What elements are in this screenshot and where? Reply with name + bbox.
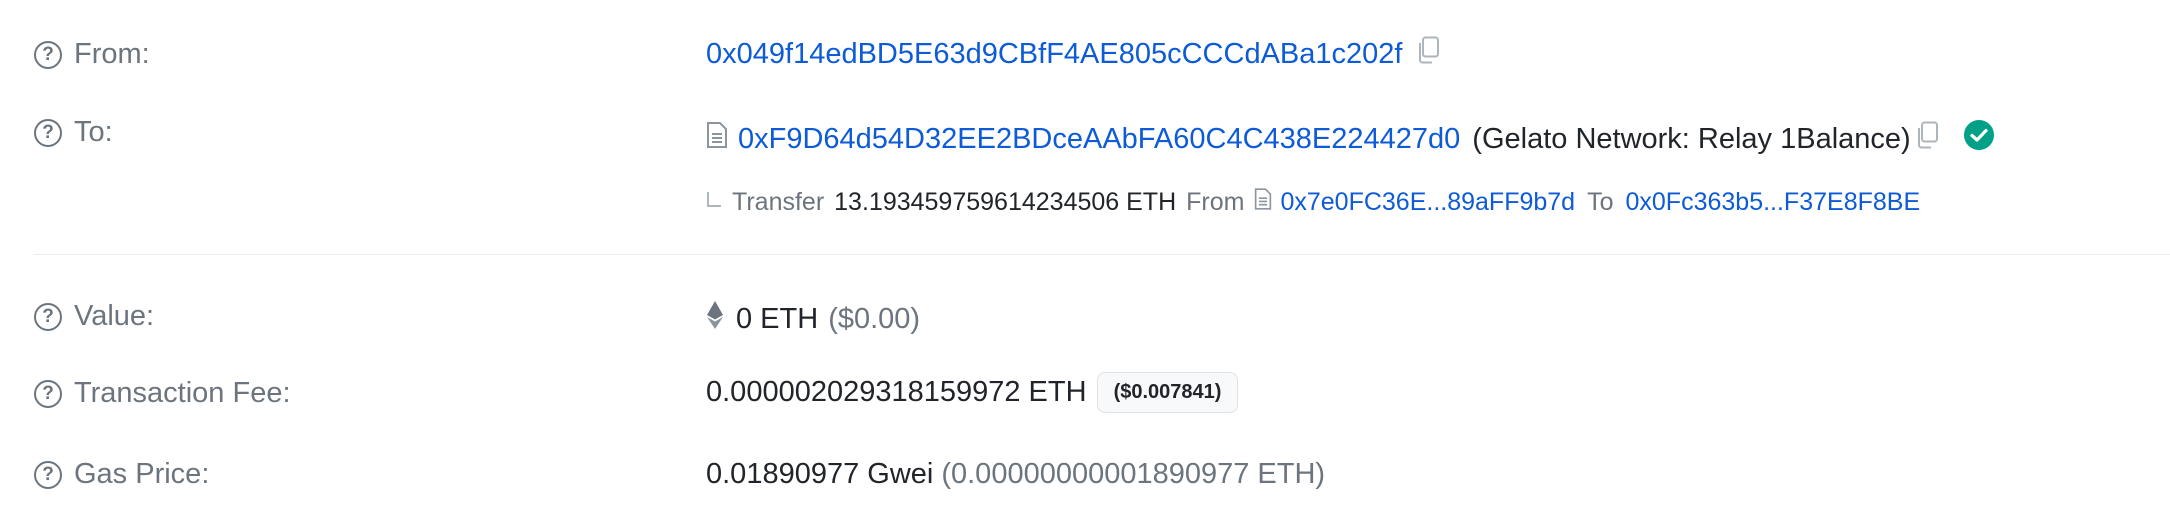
value-amount: 0 ETH	[736, 302, 819, 335]
value-label: Value:	[74, 300, 155, 332]
document-icon	[706, 121, 728, 157]
transfer-to-label: To	[1587, 188, 1614, 216]
copy-icon[interactable]	[1416, 36, 1440, 72]
from-label: From:	[74, 38, 150, 70]
fee-amount: 0.000002029318159972 ETH	[706, 376, 1087, 408]
internal-transfer-line: Transfer 13.193459759614234506 ETH From …	[706, 187, 1920, 218]
ethereum-icon	[706, 300, 724, 338]
question-circle-icon[interactable]: ?	[34, 302, 62, 331]
to-label: To:	[74, 116, 113, 148]
to-contract-name: (Gelato Network: Relay 1Balance)	[1472, 122, 1911, 155]
fee-label-group: ? Transaction Fee:	[34, 377, 291, 410]
corner-arrow-icon	[706, 188, 722, 217]
fee-label: Transaction Fee:	[74, 377, 291, 409]
from-value: 0x049f14edBD5E63d9CBfF4AE805cCCCdABa1c20…	[706, 36, 1440, 72]
transfer-from-address-link[interactable]: 0x7e0FC36E...89aFF9b7d	[1280, 188, 1575, 217]
transfer-to-address-link[interactable]: 0x0Fc363b5...F37E8F8BE	[1626, 188, 1921, 217]
to-value: 0xF9D64d54D32EE2BDceAAbFA60C4C438E224427…	[706, 119, 1995, 159]
to-label-group: ? To:	[34, 116, 113, 149]
fee-usd-badge: ($0.007841)	[1096, 372, 1239, 413]
gas-amount: 0.01890977 Gwei	[706, 458, 934, 490]
question-circle-icon[interactable]: ?	[34, 379, 62, 408]
question-circle-icon[interactable]: ?	[34, 118, 62, 147]
value-usd: ($0.00)	[828, 302, 921, 335]
document-icon	[1254, 187, 1272, 218]
value-label-group: ? Value:	[34, 300, 154, 333]
gas-label-group: ? Gas Price:	[34, 458, 209, 491]
check-circle-icon	[1963, 119, 1995, 159]
from-label-group: ? From:	[34, 38, 150, 71]
question-circle-icon[interactable]: ?	[34, 460, 62, 489]
transfer-amount: 13.193459759614234506 ETH	[834, 188, 1177, 216]
transfer-prefix: Transfer	[732, 188, 825, 216]
gas-value: 0.01890977 Gwei (0.00000000001890977 ETH…	[706, 458, 1325, 491]
copy-icon[interactable]	[1915, 121, 1939, 157]
transfer-from-label: From	[1186, 188, 1245, 216]
fee-value: 0.000002029318159972 ETH ($0.007841)	[706, 372, 1239, 413]
gas-eth: (0.00000000001890977 ETH)	[941, 458, 1326, 490]
value-value: 0 ETH ($0.00)	[706, 300, 920, 338]
section-divider	[34, 254, 2170, 255]
to-address-link[interactable]: 0xF9D64d54D32EE2BDceAAbFA60C4C438E224427…	[738, 123, 1460, 156]
question-circle-icon[interactable]: ?	[34, 40, 62, 69]
gas-label: Gas Price:	[74, 458, 210, 490]
from-address-link[interactable]: 0x049f14edBD5E63d9CBfF4AE805cCCCdABa1c20…	[706, 38, 1402, 71]
